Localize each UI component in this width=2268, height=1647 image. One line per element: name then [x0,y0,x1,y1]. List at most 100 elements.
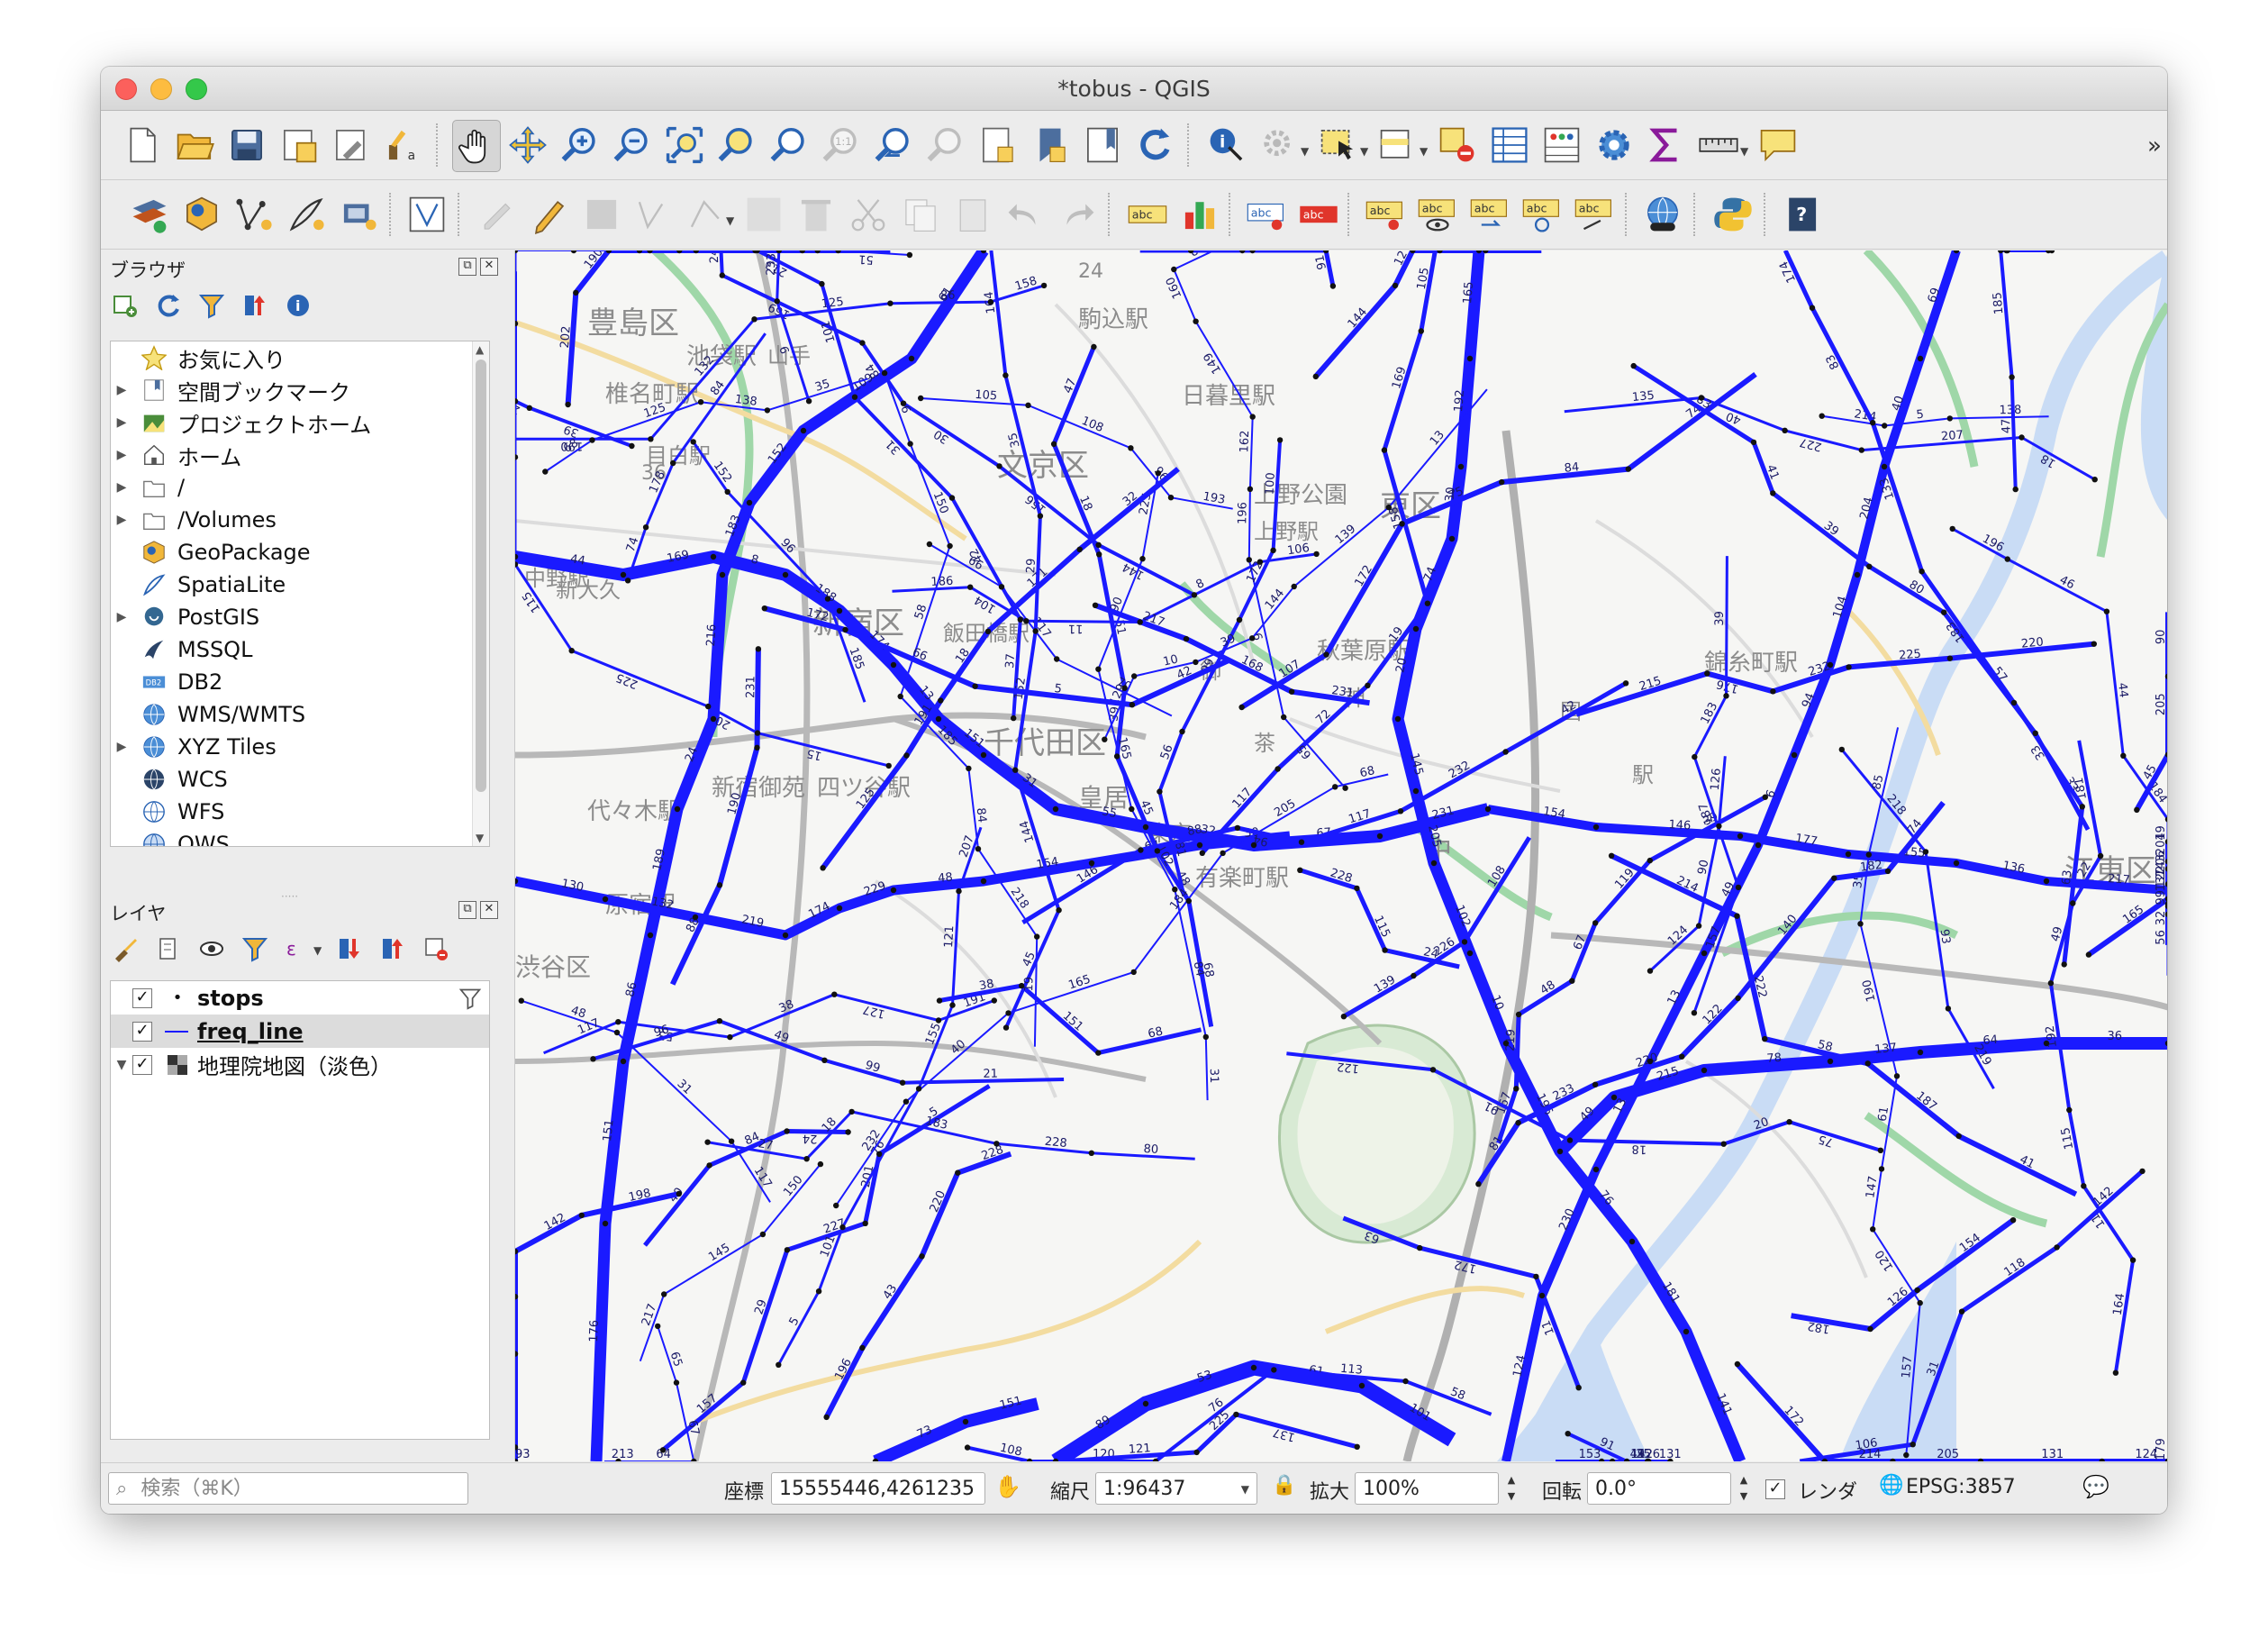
collapse-all-icon[interactable] [240,290,270,321]
change-label-icon[interactable]: abc [1519,189,1565,240]
browser-item[interactable]: ▶ ホーム [111,439,489,471]
browser-item[interactable]: DB2 DB2 [111,666,489,698]
attribute-table-icon[interactable] [1486,120,1533,170]
layer-row-stops[interactable]: ✓ • stops [111,981,489,1015]
browser-item[interactable]: WMS/WMTS [111,698,489,731]
diagram-icon[interactable] [1176,189,1223,240]
new-temp-layer-icon[interactable] [335,189,382,240]
browser-item[interactable]: ▶ /Volumes [111,504,489,536]
layer-visibility-checkbox[interactable]: ✓ [132,987,152,1008]
label-properties-icon[interactable]: abc [1571,189,1618,240]
rotation-spinner[interactable]: ▲ ▼ [1735,1472,1753,1505]
undo-icon[interactable] [1002,189,1048,240]
pan-hand-icon[interactable] [452,120,501,172]
select-dropdown-icon[interactable]: ▼ [1360,145,1368,158]
magnifier-field[interactable]: 100% [1355,1472,1499,1505]
zoom-native-icon[interactable]: 1:1 [818,120,865,170]
browser-item[interactable]: ▶ XYZ Tiles [111,731,489,763]
move-label-icon[interactable]: abc [1362,189,1409,240]
browser-item[interactable]: ▶ プロジェクトホーム [111,406,489,439]
attribute-select-dropdown-icon[interactable]: ▼ [1420,145,1428,158]
messages-icon[interactable]: 💬 [2082,1474,2109,1499]
expand-arrow-icon[interactable]: ▶ [111,513,132,527]
collapse-all-layers-icon[interactable] [377,933,408,964]
python-icon[interactable] [1710,189,1756,240]
expand-arrow-icon[interactable]: ▶ [111,740,132,754]
layer-styling-icon[interactable] [110,933,141,964]
field-calculator-icon[interactable] [1538,120,1585,170]
modify-attributes-icon[interactable] [740,189,787,240]
zoom-full-icon[interactable] [661,120,708,170]
toggle-extents-icon[interactable]: ✋ [994,1474,1021,1499]
zoom-in-icon[interactable] [557,120,603,170]
statistics-sum-icon[interactable] [1643,120,1690,170]
highlight-label-icon[interactable]: abc [1295,189,1342,240]
crs-globe-icon[interactable]: 🌐 [1879,1474,1903,1497]
plugins-icon[interactable] [1639,189,1686,240]
delete-icon[interactable] [793,189,839,240]
expand-arrow-icon[interactable]: ▶ [111,480,132,495]
measure-dropdown-icon[interactable]: ▼ [1740,145,1748,158]
coordinate-field[interactable]: 15555446,4261235 [771,1472,985,1505]
save-project-icon[interactable] [223,120,270,170]
label-icon[interactable]: abc [1124,189,1171,240]
panel-float-button[interactable]: ⧉ [458,258,476,276]
pencil-icon[interactable] [526,189,573,240]
expand-arrow-icon[interactable]: ▶ [111,383,132,397]
processing-toolbox-icon[interactable] [1591,120,1637,170]
scale-dropdown-icon[interactable]: ▼ [1241,1473,1249,1506]
expand-arrow-icon[interactable]: ▶ [111,610,132,624]
render-checkbox[interactable]: ✓ [1765,1476,1791,1499]
crs-label[interactable]: EPSG:3857 [1906,1476,2016,1498]
zoom-out-icon[interactable] [609,120,656,170]
refresh-icon[interactable] [1131,120,1178,170]
zoom-next-icon[interactable] [922,120,969,170]
browser-item[interactable]: MSSQL [111,633,489,666]
layer-visibility-checkbox[interactable]: ✓ [132,1054,152,1075]
identify-icon[interactable]: i [1203,120,1250,170]
actions-icon[interactable] [1256,120,1302,170]
redo-icon[interactable] [1054,189,1101,240]
style-manager-icon[interactable]: a [380,120,427,170]
zoom-to-selection-icon[interactable] [713,120,760,170]
panel-close-button[interactable]: ✕ [480,258,498,276]
browser-item[interactable]: ▶ / [111,471,489,504]
cut-icon[interactable] [845,189,892,240]
remove-layer-icon[interactable] [421,933,451,964]
filter-expression-icon[interactable]: ε [283,933,313,964]
add-selected-layers-icon[interactable] [110,290,141,321]
help-icon[interactable]: ? [1778,189,1825,240]
browser-item[interactable]: WFS [111,796,489,828]
show-label-icon[interactable]: abc [1414,189,1461,240]
magnifier-spinner[interactable]: ▲ ▼ [1502,1472,1520,1505]
expand-arrow-icon[interactable]: ▶ [111,415,132,430]
actions-dropdown-icon[interactable]: ▼ [1301,145,1309,158]
layer-row-basemap[interactable]: ▼ ✓ 地理院地図（淡色） [111,1048,489,1081]
browser-item[interactable]: SpatiaLite [111,569,489,601]
expand-all-icon[interactable] [334,933,365,964]
browser-item[interactable]: ▶ 空間ブックマーク [111,374,489,406]
map-canvas[interactable]: 豊島区 池袋駅 椎名町駅 目白駅 文京区 駒込駅 日暮里駅 上野公園 上野駅 東区 秋葉原駅 錦糸町駅… [514,250,2167,1461]
attribute-select-icon[interactable] [1374,120,1421,170]
panel-float-button[interactable]: ⧉ [458,901,476,919]
paste-icon[interactable] [949,189,996,240]
vertex-tool-icon[interactable] [404,189,450,240]
panel-close-button[interactable]: ✕ [480,901,498,919]
add-layer-icon[interactable] [126,189,173,240]
edit-layer-icon[interactable] [474,189,521,240]
measure-icon[interactable] [1695,120,1742,170]
browser-item[interactable]: お気に入り [111,341,489,374]
digitize-icon[interactable] [283,189,330,240]
add-feature-icon[interactable] [631,189,677,240]
vertex-editor-dropdown-icon[interactable]: ▼ [726,214,734,227]
scale-field[interactable]: 1:96437 ▼ [1095,1472,1257,1505]
vertex-editor-icon[interactable] [683,189,730,240]
filter-legend-icon[interactable] [240,933,270,964]
map-tips-icon[interactable] [1079,120,1126,170]
pan-to-selection-icon[interactable] [504,120,551,170]
deselect-icon[interactable] [1434,120,1481,170]
new-project-icon[interactable] [119,120,166,170]
add-group-icon[interactable] [153,933,184,964]
manage-visibility-icon[interactable] [196,933,227,964]
save-edits-icon[interactable] [578,189,625,240]
